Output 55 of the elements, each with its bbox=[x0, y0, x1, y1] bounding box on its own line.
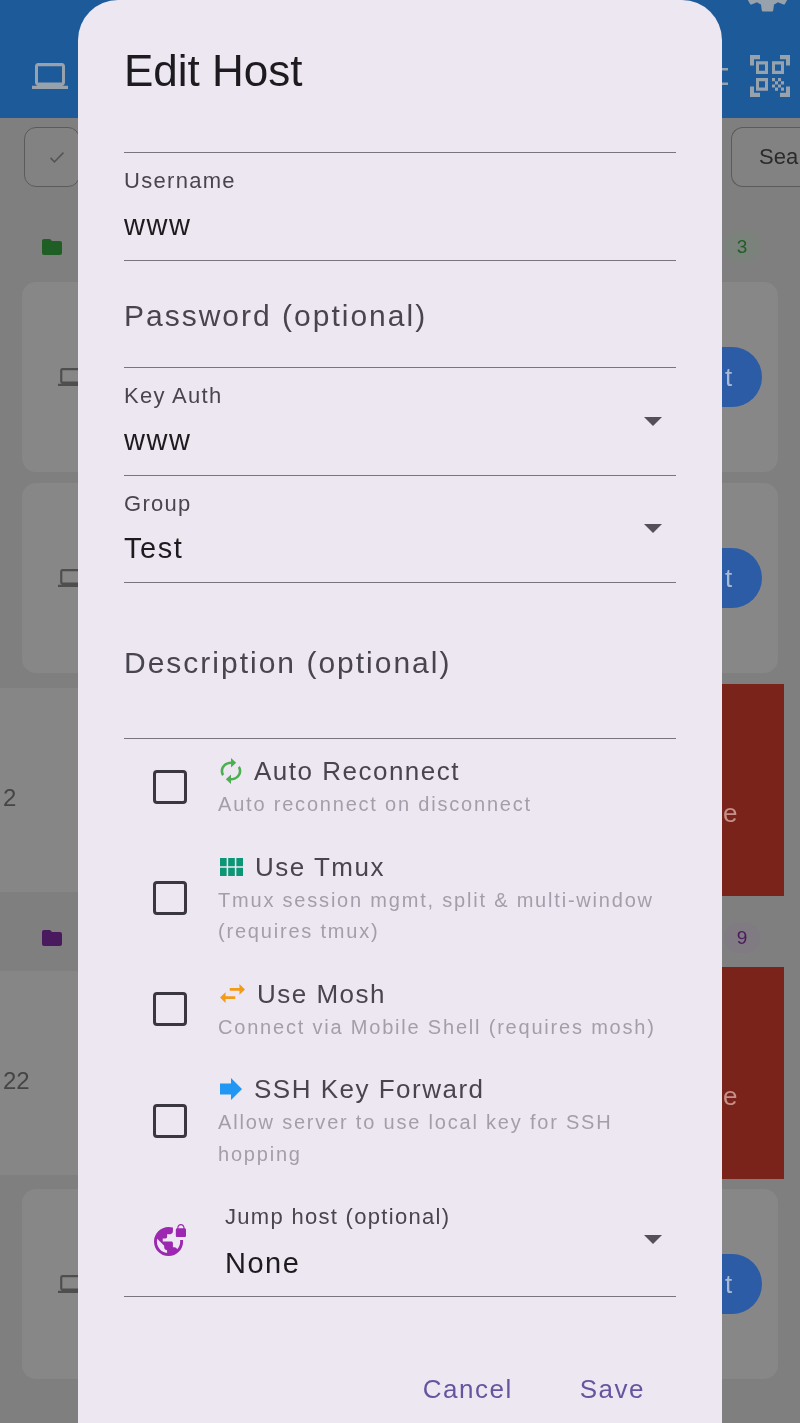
text-field[interactable]: Username www bbox=[124, 153, 676, 261]
dropdown-field[interactable]: Jump host (optional) None bbox=[124, 1184, 676, 1297]
field-label: Group bbox=[124, 489, 192, 518]
text-field[interactable]: Password (optional) bbox=[124, 260, 676, 368]
globe-lock-icon bbox=[154, 1223, 186, 1256]
option-description: Connect via Mobile Shell (requires mosh) bbox=[218, 1014, 656, 1040]
lines-icon[interactable] bbox=[722, 67, 728, 85]
laptop-icon[interactable] bbox=[32, 63, 68, 89]
field-value: www bbox=[124, 208, 192, 244]
option-description: Tmux session mgmt, split & multi-window (requires tmux) bbox=[218, 887, 655, 944]
refresh-icon bbox=[220, 758, 242, 784]
arrow-right-icon bbox=[220, 1078, 242, 1100]
caret-icon bbox=[644, 416, 662, 426]
option-description: Allow server to use local key for SSH hopping bbox=[218, 1110, 614, 1167]
swipe-action-button[interactable]: e bbox=[722, 967, 784, 1179]
checkbox[interactable] bbox=[153, 992, 187, 1027]
action-button[interactable]: t bbox=[722, 1254, 762, 1314]
checkbox[interactable] bbox=[153, 769, 187, 804]
text-area[interactable]: Description (optional) bbox=[124, 583, 676, 739]
option-title: Auto Reconnect bbox=[254, 755, 460, 788]
field-label: Jump host (optional) bbox=[225, 1202, 451, 1231]
dialog-title: Edit Host bbox=[124, 45, 303, 97]
swipe-action-button[interactable]: e bbox=[722, 684, 784, 896]
save-button[interactable]: Save bbox=[559, 1361, 665, 1418]
caret-icon bbox=[644, 1235, 662, 1245]
field-value: None bbox=[225, 1245, 301, 1281]
field-label: Password (optional) bbox=[124, 297, 428, 334]
action-button[interactable]: t bbox=[722, 548, 762, 608]
dropdown-field[interactable]: Key Auth www bbox=[124, 368, 676, 476]
grid-icon bbox=[220, 857, 243, 876]
cancel-button[interactable]: Cancel bbox=[402, 1361, 533, 1418]
field-label: Description (optional) bbox=[124, 644, 452, 681]
swap-icon bbox=[220, 984, 245, 1003]
qr-code-icon[interactable] bbox=[750, 55, 790, 97]
caret-icon bbox=[644, 524, 662, 534]
option-title: Use Tmux bbox=[255, 850, 385, 884]
option-title: Use Mosh bbox=[257, 977, 387, 1011]
checkbox[interactable] bbox=[153, 881, 187, 915]
field-value: www bbox=[124, 423, 192, 459]
field-label: Key Auth bbox=[124, 382, 223, 411]
dropdown-field[interactable]: Group Test bbox=[124, 475, 676, 583]
action-button[interactable]: t bbox=[722, 347, 762, 407]
settings-icon[interactable] bbox=[745, 0, 790, 12]
field-value: Test bbox=[124, 530, 184, 566]
search-field[interactable]: Sea bbox=[731, 127, 800, 187]
check-icon bbox=[49, 151, 64, 163]
count-badge: 9 bbox=[724, 923, 760, 953]
host-text: 2 bbox=[3, 784, 17, 812]
field-label: Username bbox=[124, 167, 236, 196]
filter-chip[interactable] bbox=[24, 127, 80, 187]
checkbox[interactable] bbox=[153, 1103, 187, 1138]
count-badge: 3 bbox=[724, 232, 760, 262]
host-text: 22 bbox=[3, 1067, 30, 1095]
option-title: SSH Key Forward bbox=[254, 1073, 485, 1106]
option-description: Auto reconnect on disconnect bbox=[218, 792, 532, 817]
